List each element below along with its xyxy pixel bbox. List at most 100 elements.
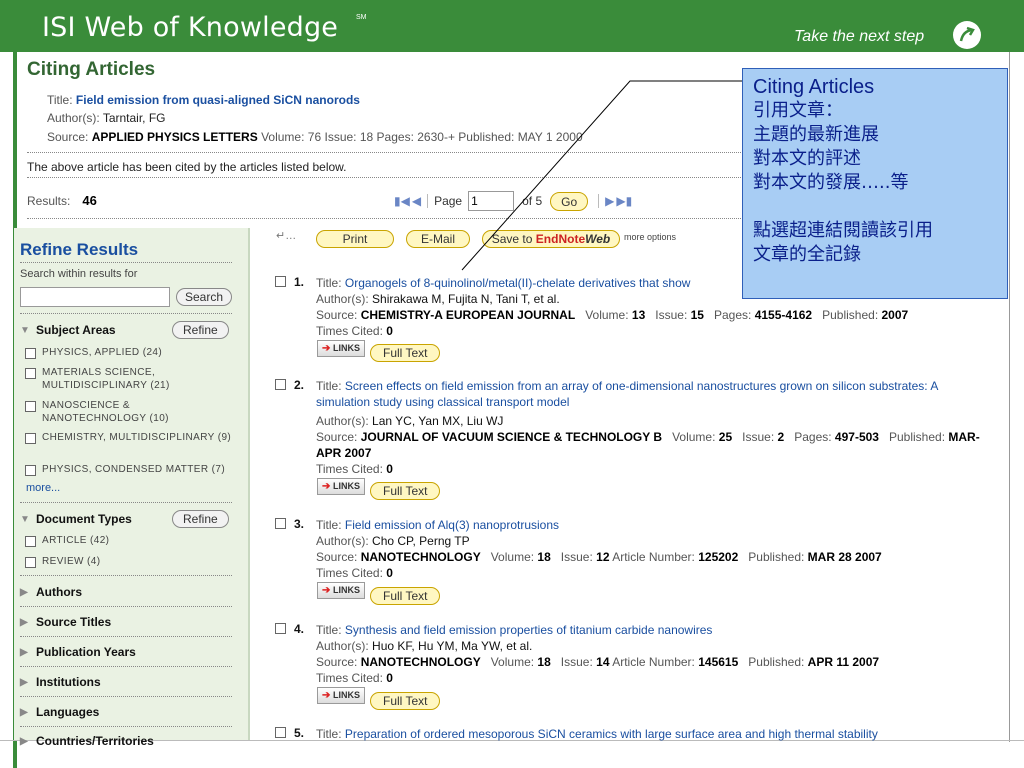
source-titles-facet[interactable]: ▶ Source Titles bbox=[20, 615, 111, 629]
full-text-button[interactable]: Full Text bbox=[370, 482, 441, 500]
divider bbox=[20, 575, 232, 576]
title-label: Title: bbox=[47, 93, 73, 107]
more-options-link[interactable]: more options bbox=[624, 232, 676, 242]
subject-checkbox[interactable] bbox=[25, 433, 36, 444]
last-page-icon[interactable]: ▶▮ bbox=[616, 194, 632, 208]
subject-checkbox[interactable] bbox=[25, 368, 36, 379]
subject-more-link[interactable]: more... bbox=[26, 482, 60, 494]
facet-label: Authors bbox=[36, 585, 82, 599]
record-title-line: Title: Preparation of ordered mesoporous… bbox=[316, 726, 878, 742]
subject-areas-header[interactable]: ▼ Subject Areas bbox=[20, 323, 116, 337]
links-button[interactable]: ➔ LINKS bbox=[317, 340, 365, 357]
page-number-input[interactable] bbox=[468, 191, 515, 211]
record-authors-line: Author(s): Shirakawa M, Fujita N, Tani T… bbox=[316, 291, 560, 307]
select-arrow-icon[interactable]: ↵… bbox=[276, 229, 296, 242]
cited-article-authors-line: Author(s): Tarntair, FG bbox=[47, 111, 166, 125]
search-within-input[interactable] bbox=[20, 287, 170, 307]
collapsed-triangle-icon: ▶ bbox=[20, 586, 28, 598]
facet-label: Source Titles bbox=[36, 615, 112, 629]
links-button[interactable]: ➔ LINKS bbox=[317, 478, 365, 495]
record-title-link[interactable]: Screen effects on field emission from an… bbox=[316, 379, 938, 409]
cited-article-source: APPLIED PHYSICS LETTERS bbox=[91, 130, 258, 144]
languages-facet[interactable]: ▶ Languages bbox=[20, 705, 99, 719]
institutions-facet[interactable]: ▶ Institutions bbox=[20, 675, 101, 689]
doctype-item: REVIEW (4) bbox=[42, 556, 101, 567]
collapsed-triangle-icon: ▶ bbox=[20, 646, 28, 658]
links-label: LINKS bbox=[332, 690, 360, 700]
next-page-icon[interactable]: ▶ bbox=[598, 194, 614, 208]
record-title-link[interactable]: Synthesis and field emission properties … bbox=[345, 623, 713, 637]
facet-label: Languages bbox=[36, 705, 100, 719]
subject-item: PHYSICS, APPLIED (24) bbox=[42, 347, 163, 358]
doctype-checkbox[interactable] bbox=[25, 557, 36, 568]
record-checkbox[interactable] bbox=[275, 623, 286, 634]
volume-label: Volume: bbox=[672, 430, 716, 444]
record-checkbox[interactable] bbox=[275, 727, 286, 738]
divider bbox=[20, 313, 232, 314]
facet-label: Publication Years bbox=[36, 645, 136, 659]
email-button[interactable]: E-Mail bbox=[406, 230, 470, 248]
links-label: LINKS bbox=[332, 343, 360, 353]
save-to-endnote-button[interactable]: Save to EndNoteWeb bbox=[482, 230, 620, 248]
countries-facet[interactable]: ▶ Countries/Territories bbox=[20, 734, 154, 748]
record-published: 2007 bbox=[881, 308, 909, 322]
source-label: Source: bbox=[316, 550, 358, 564]
record-article-number: 125202 bbox=[698, 550, 739, 564]
source-label: Source: bbox=[316, 430, 358, 444]
doctype-refine-button[interactable]: Refine bbox=[172, 510, 229, 528]
record-authors: Huo KF, Hu YM, Ma YW, et al. bbox=[372, 639, 533, 653]
cited-article-title-link[interactable]: Field emission from quasi-aligned SiCN n… bbox=[76, 93, 360, 107]
record-source: CHEMISTRY-A EUROPEAN JOURNAL bbox=[360, 308, 576, 322]
expanded-triangle-icon: ▼ bbox=[20, 513, 30, 525]
document-types-header[interactable]: ▼ Document Types bbox=[20, 512, 132, 526]
callout-line: 主題的最新進展 bbox=[753, 124, 879, 145]
prev-page-icon[interactable]: ◀ bbox=[412, 194, 421, 208]
times-cited-label: Times Cited: bbox=[316, 462, 383, 476]
divider bbox=[20, 636, 232, 637]
record-title-line: Title: Synthesis and field emission prop… bbox=[316, 622, 712, 638]
tagline: Take the next step bbox=[794, 28, 925, 45]
authors-label: Author(s): bbox=[316, 639, 369, 653]
subject-areas-label: Subject Areas bbox=[36, 323, 116, 337]
search-button[interactable]: Search bbox=[176, 288, 233, 306]
full-text-button[interactable]: Full Text bbox=[370, 344, 441, 362]
record-checkbox[interactable] bbox=[275, 276, 286, 287]
full-text-button[interactable]: Full Text bbox=[370, 692, 441, 710]
publication-years-facet[interactable]: ▶ Publication Years bbox=[20, 645, 136, 659]
print-button[interactable]: Print bbox=[316, 230, 394, 248]
authors-facet[interactable]: ▶ Authors bbox=[20, 585, 82, 599]
issue-label: Issue: bbox=[560, 655, 593, 669]
links-button[interactable]: ➔ LINKS bbox=[317, 582, 365, 599]
subject-refine-button[interactable]: Refine bbox=[172, 321, 229, 339]
times-cited-label: Times Cited: bbox=[316, 566, 383, 580]
links-button[interactable]: ➔ LINKS bbox=[317, 687, 365, 704]
search-within-label: Search within results for bbox=[20, 268, 138, 280]
subject-checkbox[interactable] bbox=[25, 465, 36, 476]
doctype-checkbox[interactable] bbox=[25, 536, 36, 547]
arrow-circle-icon[interactable] bbox=[953, 21, 981, 49]
volume-label: Volume: bbox=[585, 308, 629, 322]
record-title-link[interactable]: Field emission of Alq(3) nanoprotrusions bbox=[345, 518, 559, 532]
cited-article-volume: 76 bbox=[307, 130, 322, 144]
cited-article-pages: 2630-+ bbox=[417, 130, 455, 144]
record-number: 5. bbox=[294, 726, 305, 740]
subject-checkbox[interactable] bbox=[25, 401, 36, 412]
links-arrow-icon: ➔ bbox=[322, 585, 331, 596]
record-title-link[interactable]: Preparation of ordered mesoporous SiCN c… bbox=[345, 727, 878, 741]
source-label: Source: bbox=[47, 130, 89, 144]
authors-label: Author(s): bbox=[316, 414, 369, 428]
full-text-button[interactable]: Full Text bbox=[370, 587, 441, 605]
subject-checkbox[interactable] bbox=[25, 348, 36, 359]
record-title-link[interactable]: Organogels of 8-quinolinol/metal(II)-che… bbox=[345, 276, 691, 290]
app-logo[interactable]: ISI Web of Knowledge bbox=[42, 12, 338, 43]
record-title-line: Title: Field emission of Alq(3) nanoprot… bbox=[316, 517, 559, 533]
record-published: MAR 28 2007 bbox=[807, 550, 882, 564]
record-checkbox[interactable] bbox=[275, 518, 286, 529]
cited-article-published: MAY 1 2000 bbox=[517, 130, 583, 144]
record-volume: 18 bbox=[537, 655, 551, 669]
record-checkbox[interactable] bbox=[275, 379, 286, 390]
volume-label: Volume: bbox=[490, 550, 535, 564]
first-page-icon[interactable]: ▮◀ bbox=[394, 194, 410, 208]
go-button[interactable]: Go bbox=[550, 191, 589, 211]
pager: ▮◀ ◀ Page of 5 Go ▶ ▶▮ bbox=[394, 189, 632, 213]
